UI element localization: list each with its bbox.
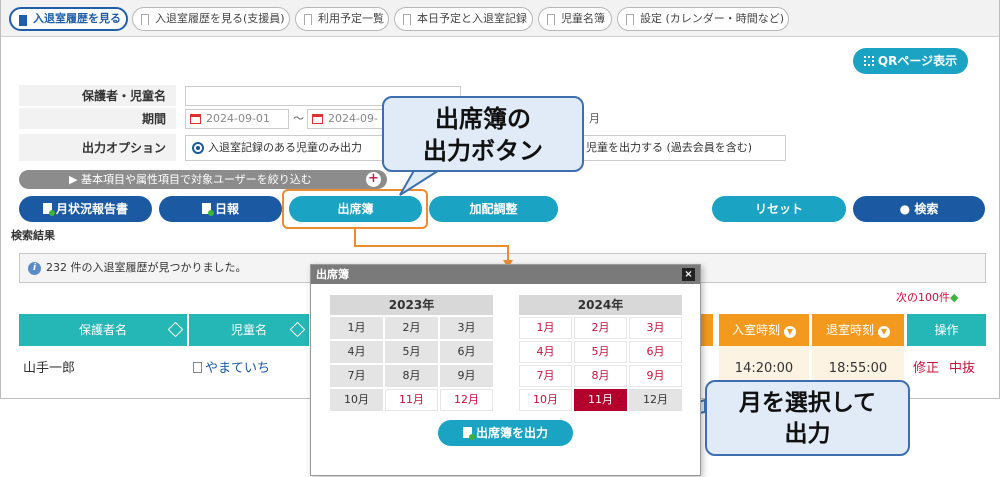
- month-cell[interactable]: 10月: [519, 389, 572, 411]
- month-cell[interactable]: 12月: [440, 389, 493, 411]
- month-grid: 1月 2月 3月 4月 5月 6月 7月 8月 9月 10月 11月 12月: [330, 317, 493, 411]
- attendance-button-callout: 出席簿の 出力ボタン: [382, 96, 584, 172]
- month-cell[interactable]: 9月: [629, 365, 682, 387]
- callout-line: 月を選択して: [738, 390, 877, 416]
- month-cell[interactable]: 6月: [629, 341, 682, 363]
- dialog-title: 出席簿: [316, 268, 349, 281]
- month-cell[interactable]: 3月: [629, 317, 682, 339]
- month-cell[interactable]: 7月: [519, 365, 572, 387]
- month-cell: 8月: [385, 365, 438, 387]
- year-header: 2024年: [519, 295, 682, 315]
- month-cell: 7月: [330, 365, 383, 387]
- month-cell[interactable]: 8月: [574, 365, 627, 387]
- year-header: 2023年: [330, 295, 493, 315]
- month-cell: 1月: [330, 317, 383, 339]
- month-cell[interactable]: 2月: [574, 317, 627, 339]
- month-cell: 3月: [440, 317, 493, 339]
- month-cell[interactable]: 5月: [574, 341, 627, 363]
- month-grid: 1月 2月 3月 4月 5月 6月 7月 8月 9月 10月 11月 12月: [519, 317, 682, 411]
- month-cell: 2月: [385, 317, 438, 339]
- document-icon: [462, 427, 475, 440]
- close-icon[interactable]: ×: [682, 268, 695, 281]
- month-cell: 4月: [330, 341, 383, 363]
- connector-line: [354, 229, 509, 262]
- callout-line: 出力: [784, 421, 831, 447]
- output-attendance-button[interactable]: 出席簿を出力: [438, 420, 573, 446]
- month-cell: 12月: [629, 389, 682, 411]
- callout-line: 出力ボタン: [423, 137, 543, 165]
- year-block-2023: 2023年 1月 2月 3月 4月 5月 6月 7月 8月 9月 10月 11月 12月: [330, 295, 493, 411]
- month-cell[interactable]: 11月: [385, 389, 438, 411]
- attendance-book-dialog: 出席簿 × 2023年 1月 2月 3月 4月 5月 6月 7月 8月 9月 10月 11月 12月 …: [310, 264, 701, 476]
- month-cell: 10月: [330, 389, 383, 411]
- month-cell[interactable]: 4月: [519, 341, 572, 363]
- output-attendance-label: 出席簿を出力: [475, 426, 548, 440]
- year-block-2024: 2024年 1月 2月 3月 4月 5月 6月 7月 8月 9月 10月 11月 12月: [519, 295, 682, 411]
- month-cell: 6月: [440, 341, 493, 363]
- dialog-title-bar: 出席簿 ×: [311, 265, 700, 284]
- callout-line: 出席簿の: [435, 105, 531, 133]
- select-month-callout: 月を選択して 出力: [705, 380, 910, 456]
- month-cell[interactable]: 11月: [574, 389, 627, 411]
- month-cell[interactable]: 1月: [519, 317, 572, 339]
- month-cell: 5月: [385, 341, 438, 363]
- month-cell: 9月: [440, 365, 493, 387]
